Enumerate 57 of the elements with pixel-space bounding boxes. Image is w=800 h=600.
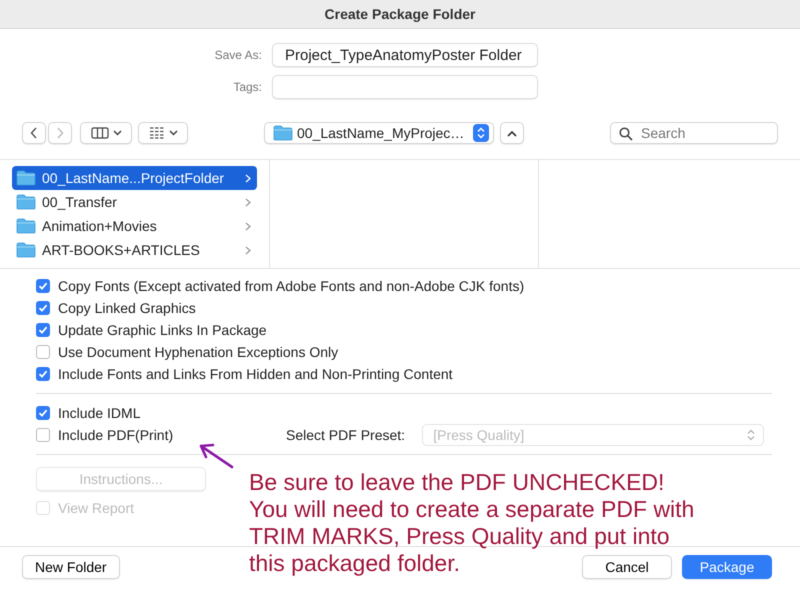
view-mode-button[interactable]	[80, 122, 132, 144]
chevron-left-icon	[30, 127, 38, 139]
checkbox[interactable]	[36, 428, 50, 442]
chevron-up-icon	[507, 130, 517, 136]
checkbox-label: Copy Fonts (Except activated from Adobe Fonts and non-Adobe CJK fonts)	[58, 278, 524, 294]
checkbox-label: Use Document Hyphenation Exceptions Only	[58, 344, 338, 360]
search-field[interactable]: Search	[610, 122, 778, 144]
field-label: Save As:	[214, 48, 263, 62]
back-button[interactable]	[22, 122, 46, 144]
checkbox[interactable]	[36, 301, 50, 315]
checkbox[interactable]	[36, 345, 50, 359]
folder-item[interactable]: ART-BOOKS+ARTICLES	[12, 238, 257, 262]
annotation-line: Be sure to leave the PDF UNCHECKED!	[249, 469, 664, 496]
checkbox-label: View Report	[58, 500, 134, 516]
collapse-button[interactable]	[500, 122, 524, 144]
annotation-line: this packaged folder.	[249, 550, 460, 577]
caret-icon	[112, 130, 122, 136]
folder-icon	[16, 218, 36, 234]
preset-label: Select PDF Preset:	[286, 427, 406, 443]
folder-icon	[273, 125, 293, 141]
tags-field[interactable]	[272, 75, 538, 99]
stepper-icon	[473, 124, 489, 142]
checkbox[interactable]	[36, 367, 50, 381]
folder-icon	[16, 194, 36, 210]
group-button[interactable]	[138, 122, 188, 144]
folder-item[interactable]: 00_Transfer	[12, 190, 257, 214]
chevron-right-icon	[245, 222, 251, 230]
stepper-icon	[747, 429, 755, 441]
chevron-right-icon	[56, 127, 64, 139]
caret-icon	[168, 130, 178, 136]
columns-icon	[90, 127, 108, 139]
package-button[interactable]: Package	[682, 555, 772, 579]
folder-item[interactable]: Animation+Movies	[12, 214, 257, 238]
annotation-line: TRIM MARKS, Press Quality and put into	[249, 523, 670, 550]
chevron-right-icon	[245, 198, 251, 206]
location-dropdown[interactable]: 00_LastName_MyProjec…	[264, 122, 494, 144]
folder-icon	[16, 170, 36, 186]
checkbox[interactable]	[36, 279, 50, 293]
annotation-line: You will need to create a separate PDF with	[249, 496, 694, 523]
grid-icon	[148, 127, 164, 139]
save-as-field[interactable]: Project_TypeAnatomyPoster Folder	[272, 43, 538, 67]
folder-icon	[16, 242, 36, 258]
checkbox-label: Include IDML	[58, 405, 140, 421]
field-label: Tags:	[232, 80, 263, 94]
search-icon	[619, 127, 633, 141]
cancel-button[interactable]: Cancel	[582, 555, 672, 579]
checkbox-label: Copy Linked Graphics	[58, 300, 196, 316]
new-folder-button[interactable]: New Folder	[22, 555, 120, 579]
checkbox-label: Update Graphic Links In Package	[58, 322, 267, 338]
checkbox-label: Include PDF(Print)	[58, 427, 174, 443]
checkbox-label: Include Fonts and Links From Hidden and Non-Printing Content	[58, 366, 453, 382]
folder-item[interactable]: 00_LastName...ProjectFolder	[12, 166, 257, 190]
chevron-right-icon	[245, 174, 251, 182]
chevron-right-icon	[245, 246, 251, 254]
checkbox[interactable]	[36, 323, 50, 337]
window-title: Create Package Folder	[0, 0, 800, 29]
checkbox[interactable]	[36, 406, 50, 420]
